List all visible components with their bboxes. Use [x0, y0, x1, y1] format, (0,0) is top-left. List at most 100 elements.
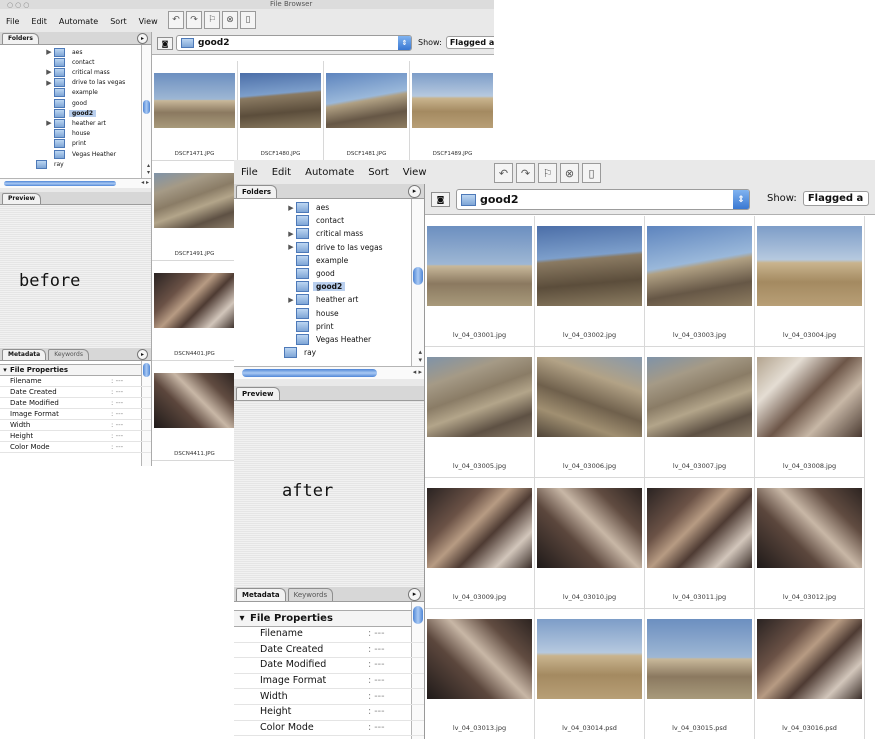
- rotate-cw-icon[interactable]: ↷: [186, 11, 202, 29]
- thumbnail-image[interactable]: [537, 226, 642, 306]
- thumbnail-image[interactable]: [537, 488, 642, 568]
- thumbnail-image[interactable]: [154, 173, 235, 228]
- thumbnail-cell[interactable]: lv_04_03010.jpg: [535, 478, 645, 609]
- thumbnail-cell[interactable]: lv_04_03016.psd: [755, 609, 865, 739]
- tab-preview[interactable]: Preview: [236, 387, 280, 400]
- thumbnail-image[interactable]: [154, 273, 235, 328]
- folder-item[interactable]: good: [44, 98, 90, 108]
- window-controls-icon[interactable]: ○○○: [7, 1, 31, 9]
- thumbnail-cell[interactable]: lv_04_03014.psd: [535, 609, 645, 739]
- rotate-cw-icon[interactable]: ↷: [516, 163, 535, 183]
- disclosure-triangle-icon[interactable]: ▶: [44, 68, 54, 76]
- disclosure-triangle-icon[interactable]: ▶: [286, 243, 296, 251]
- thumbnail-image[interactable]: [757, 488, 862, 568]
- thumbnail-image[interactable]: [757, 357, 862, 437]
- disclosure-triangle-icon[interactable]: ▶: [44, 79, 54, 87]
- flag-icon[interactable]: ⚐: [204, 11, 220, 29]
- show-tree-icon[interactable]: ◙: [157, 37, 173, 50]
- tab-keywords[interactable]: Keywords: [48, 349, 89, 360]
- menu-file[interactable]: File: [234, 167, 265, 178]
- thumbnail-cell[interactable]: lv_04_03008.jpg: [755, 347, 865, 478]
- hscroll-arrows-icon[interactable]: ◂ ▸: [413, 368, 422, 376]
- thumbnail-image[interactable]: [326, 73, 407, 128]
- folder-vscroll[interactable]: ▴ ▾: [141, 45, 151, 178]
- folder-hscroll[interactable]: ◂ ▸: [0, 178, 151, 188]
- thumbnail-cell[interactable]: lv_04_03011.jpg: [645, 478, 755, 609]
- thumbnail-image[interactable]: [537, 619, 642, 699]
- show-filter-select[interactable]: Flagged a: [445, 36, 494, 49]
- scroll-thumb[interactable]: [413, 606, 423, 624]
- trash-icon[interactable]: ▯: [240, 11, 256, 29]
- thumbnail-cell[interactable]: lv_04_03001.jpg: [425, 216, 535, 347]
- menu-view[interactable]: View: [396, 167, 434, 178]
- folder-item[interactable]: contact: [286, 214, 347, 227]
- menu-edit[interactable]: Edit: [265, 167, 298, 178]
- binoculars-icon[interactable]: ⊗: [560, 163, 579, 183]
- thumbnail-image[interactable]: [647, 619, 752, 699]
- folder-item[interactable]: ▶ aes: [286, 201, 332, 214]
- thumbnail-cell[interactable]: lv_04_03003.jpg: [645, 216, 755, 347]
- menu-view[interactable]: View: [133, 17, 164, 26]
- menu-automate[interactable]: Automate: [298, 167, 361, 178]
- palette-menu-icon[interactable]: ▸: [137, 33, 148, 44]
- show-tree-icon[interactable]: ◙: [431, 192, 450, 207]
- tab-metadata[interactable]: Metadata: [236, 588, 286, 601]
- disclosure-triangle-icon[interactable]: ▶: [44, 48, 54, 56]
- rotate-ccw-icon[interactable]: ↶: [494, 163, 513, 183]
- tab-preview[interactable]: Preview: [2, 193, 42, 204]
- binoculars-icon[interactable]: ⊗: [222, 11, 238, 29]
- rotate-ccw-icon[interactable]: ↶: [168, 11, 184, 29]
- thumbnail-cell[interactable]: lv_04_03006.jpg: [535, 347, 645, 478]
- menu-sort[interactable]: Sort: [361, 167, 396, 178]
- folder-item[interactable]: ▶ heather art: [286, 293, 361, 306]
- thumbnail-cell[interactable]: DSCN4401.JPG: [152, 261, 238, 361]
- thumbnail-image[interactable]: [647, 488, 752, 568]
- folder-item[interactable]: good: [286, 267, 338, 280]
- folder-item[interactable]: ray: [284, 346, 319, 359]
- hscroll-thumb[interactable]: [4, 181, 116, 186]
- scroll-arrows-icon[interactable]: ▴ ▾: [147, 162, 150, 176]
- scroll-thumb[interactable]: [413, 267, 423, 285]
- thumbnail-cell[interactable]: lv_04_03002.jpg: [535, 216, 645, 347]
- folder-vscroll[interactable]: ▴ ▾: [411, 199, 424, 366]
- folder-item[interactable]: house: [44, 129, 93, 139]
- thumbnail-image[interactable]: [412, 73, 493, 128]
- menu-edit[interactable]: Edit: [25, 17, 53, 26]
- show-filter-select[interactable]: Flagged a: [802, 191, 869, 206]
- disclosure-triangle-icon[interactable]: ▶: [286, 204, 296, 212]
- folder-item[interactable]: print: [286, 320, 337, 333]
- folder-item[interactable]: Vegas Heather: [44, 149, 119, 159]
- file-properties-header[interactable]: ▾ File Properties: [234, 610, 424, 627]
- trash-icon[interactable]: ▯: [582, 163, 601, 183]
- thumbnail-image[interactable]: [154, 73, 235, 128]
- folder-item[interactable]: ▶ drive to las vegas: [286, 241, 386, 254]
- thumbnail-image[interactable]: [427, 488, 532, 568]
- thumbnail-cell[interactable]: DSCF1489.JPG: [410, 61, 494, 161]
- folder-item[interactable]: contact: [44, 57, 97, 67]
- folder-item[interactable]: good2: [286, 280, 346, 293]
- thumbnail-image[interactable]: [427, 226, 532, 306]
- folder-item[interactable]: house: [286, 307, 342, 320]
- thumbnail-cell[interactable]: lv_04_03012.jpg: [755, 478, 865, 609]
- tab-metadata[interactable]: Metadata: [2, 349, 47, 360]
- palette-menu-icon[interactable]: ▸: [408, 185, 421, 198]
- disclosure-triangle-icon[interactable]: ▶: [286, 296, 296, 304]
- folder-item[interactable]: ▶ drive to las vegas: [44, 78, 128, 88]
- palette-menu-icon[interactable]: ▸: [137, 349, 148, 360]
- thumbnail-cell[interactable]: lv_04_03015.psd: [645, 609, 755, 739]
- thumbnail-image[interactable]: [647, 357, 752, 437]
- thumbnail-cell[interactable]: DSCF1480.JPG: [238, 61, 324, 161]
- thumbnail-image[interactable]: [427, 619, 532, 699]
- folder-item[interactable]: ▶ aes: [44, 47, 86, 57]
- disclosure-triangle-icon[interactable]: ▶: [44, 119, 54, 127]
- thumbnail-cell[interactable]: DSCN4411.JPG: [152, 361, 238, 461]
- thumbnail-cell[interactable]: DSCF1491.JPG: [152, 161, 238, 261]
- thumbnail-image[interactable]: [757, 226, 862, 306]
- thumbnail-cell[interactable]: lv_04_03004.jpg: [755, 216, 865, 347]
- disclosure-triangle-icon[interactable]: ▶: [286, 230, 296, 238]
- folder-item[interactable]: example: [44, 88, 101, 98]
- flag-icon[interactable]: ⚐: [538, 163, 557, 183]
- tab-folders[interactable]: Folders: [236, 185, 278, 198]
- scroll-thumb[interactable]: [143, 100, 150, 114]
- folder-item[interactable]: ▶ critical mass: [44, 67, 113, 77]
